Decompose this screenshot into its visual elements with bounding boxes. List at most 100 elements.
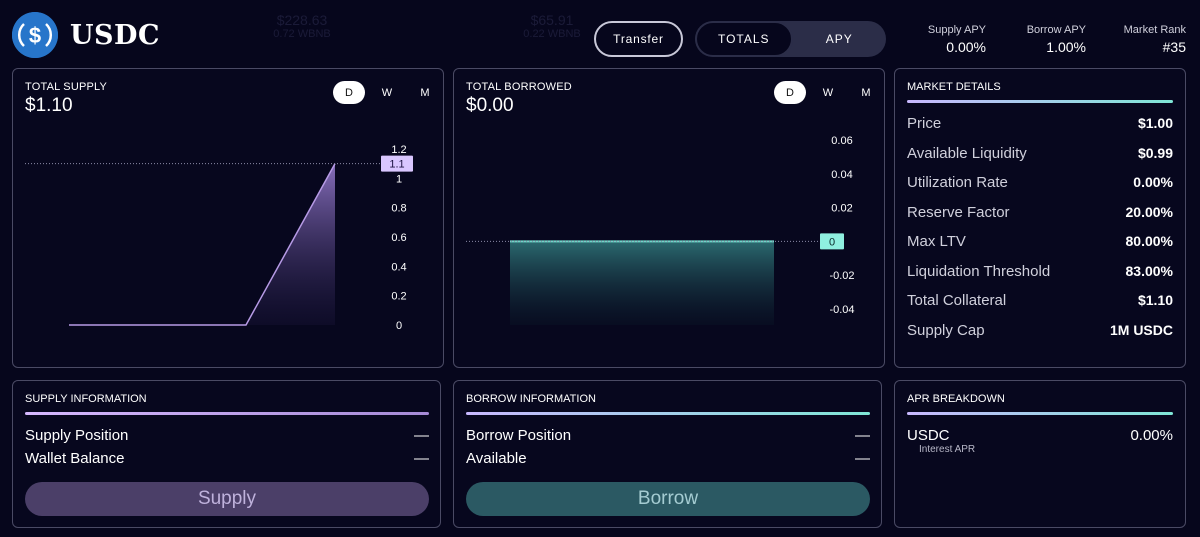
borrow-position-value: — (855, 427, 870, 444)
borrow-area (510, 241, 774, 325)
market-detail-label: Total Collateral (907, 292, 1007, 309)
market-detail-value: 80.00% (1125, 233, 1173, 249)
supply-y-tick: 1 (396, 173, 402, 185)
total-borrowed-chart: 0.06 0.04 0.02 -0.02 -0.04 0 (466, 135, 855, 325)
market-detail-label: Supply Cap (907, 321, 985, 339)
borrow-y-tick: -0.04 (829, 304, 854, 316)
totals-apy-toggle: TOTALS APY (695, 21, 886, 57)
available-value: — (855, 450, 870, 467)
borrow-information-divider (466, 412, 870, 415)
supply-apy-label: Supply APY (927, 24, 986, 36)
borrow-information-title: BORROW INFORMATION (466, 393, 596, 405)
supply-information-title: SUPPLY INFORMATION (25, 393, 147, 405)
total-supply-chart: 1.2 1 0.8 0.6 0.4 0.2 0 1.1 (25, 144, 413, 329)
apr-breakdown-title: APR BREAKDOWN (907, 393, 1005, 405)
total-borrowed-value: $0.00 (466, 95, 514, 116)
supply-button[interactable]: Supply (25, 482, 429, 516)
total-supply-card: TOTAL SUPPLY $1.10 D W M 1.2 1 0.8 0.6 0.4 0.… (12, 68, 444, 368)
market-detail-value: 0.00% (1133, 174, 1173, 190)
borrow-period-selector: D W M (774, 81, 882, 104)
ghost-value-1: $228.63 0.72 WBNB (273, 12, 331, 40)
market-detail-label: Available Liquidity (907, 144, 1027, 162)
transfer-button[interactable]: Transfer (594, 21, 683, 57)
available-label: Available (466, 450, 527, 467)
borrow-position-label: Borrow Position (466, 427, 572, 444)
supply-area (69, 163, 335, 325)
supply-y-tick: 0 (396, 320, 402, 329)
market-detail-row: Max LTV 80.00% (907, 233, 1173, 250)
supply-y-tick: 0.2 (391, 291, 406, 303)
market-details-card: MARKET DETAILS Price $1.00 Available Liqui… (894, 68, 1186, 368)
market-details-divider (907, 100, 1173, 103)
borrow-y-tick: 0.04 (831, 169, 852, 181)
borrow-button[interactable]: Borrow (466, 482, 870, 516)
market-detail-value: 83.00% (1125, 262, 1173, 279)
apr-asset-sub: Interest APR (919, 444, 976, 455)
usdc-logo-icon: $ (12, 12, 58, 58)
market-detail-row: Reserve Factor 20.00% (907, 204, 1173, 221)
market-rank-value: #35 (1162, 39, 1186, 55)
borrow-period-d[interactable]: D (774, 81, 806, 104)
supply-apy-value: 0.00% (946, 39, 986, 55)
borrow-apy-stat: Borrow APY 1.00% (1012, 24, 1086, 55)
market-detail-value: $1.10 (1137, 292, 1173, 308)
available-row: Available — (466, 450, 870, 467)
supply-position-value: — (414, 427, 429, 444)
market-detail-value: 20.00% (1125, 203, 1173, 220)
borrow-apy-label: Borrow APY (1026, 24, 1086, 36)
wallet-balance-row: Wallet Balance — (25, 450, 429, 467)
supply-period-selector: D W M (333, 81, 441, 104)
total-supply-title: TOTAL SUPPLY (25, 81, 108, 93)
apr-value: 0.00% (1130, 427, 1173, 444)
borrow-period-m[interactable]: M (850, 81, 882, 104)
apr-breakdown-divider (907, 412, 1173, 415)
market-detail-value: $0.99 (1137, 144, 1173, 161)
market-detail-label: Liquidation Threshold (907, 262, 1051, 280)
wallet-balance-value: — (414, 450, 429, 467)
borrow-position-row: Borrow Position — (466, 427, 870, 444)
market-detail-row: Total Collateral $1.10 (907, 292, 1173, 309)
market-detail-value: $1.00 (1137, 115, 1173, 131)
total-borrowed-title: TOTAL BORROWED (466, 81, 572, 93)
supply-position-label: Supply Position (25, 427, 129, 444)
market-detail-row: Price $1.00 (907, 115, 1173, 132)
supply-information-card: SUPPLY INFORMATION Supply Position — Wal… (12, 380, 441, 528)
wallet-balance-label: Wallet Balance (25, 450, 125, 467)
total-supply-value: $1.10 (25, 95, 73, 116)
apr-asset-name: USDC (907, 427, 950, 444)
total-borrowed-card: TOTAL BORROWED $0.00 D W M 0.06 0.04 0.02 -… (453, 68, 885, 368)
borrow-information-card: BORROW INFORMATION Borrow Position — Ava… (453, 380, 882, 528)
supply-y-tick: 1.2 (391, 144, 406, 156)
borrow-period-w[interactable]: W (812, 81, 844, 104)
svg-text:$: $ (29, 23, 41, 48)
supply-y-tick: 0.4 (391, 261, 406, 273)
market-detail-label: Reserve Factor (907, 203, 1010, 221)
toggle-apy[interactable]: APY (793, 21, 887, 57)
borrow-y-tick: 0.02 (831, 203, 852, 215)
market-detail-row: Available Liquidity $0.99 (907, 145, 1173, 162)
supply-y-tick: 0.6 (391, 232, 406, 244)
supply-y-tick: 0.8 (391, 203, 406, 215)
market-detail-row: Supply Cap 1M USDC (907, 322, 1173, 339)
supply-period-m[interactable]: M (409, 81, 441, 104)
market-detail-row: Utilization Rate 0.00% (907, 174, 1173, 191)
borrow-current-label: 0 (829, 236, 835, 248)
toggle-totals[interactable]: TOTALS (695, 21, 793, 57)
market-rank-stat: Market Rank #35 (1110, 24, 1186, 55)
borrow-y-tick: 0.06 (831, 135, 852, 147)
supply-period-w[interactable]: W (371, 81, 403, 104)
borrow-y-tick: -0.02 (829, 270, 854, 282)
market-detail-label: Price (907, 115, 942, 132)
ghost-value-2: $65.91 0.22 WBNB (523, 12, 581, 40)
apr-breakdown-card: APR BREAKDOWN USDC Interest APR 0.00% (894, 380, 1186, 528)
borrow-apy-value: 1.00% (1046, 39, 1086, 55)
market-detail-value: 1M USDC (1109, 321, 1173, 338)
supply-period-d[interactable]: D (333, 81, 365, 104)
token-name: USDC (70, 20, 160, 51)
market-detail-label: Max LTV (907, 233, 966, 250)
supply-position-row: Supply Position — (25, 427, 429, 444)
market-rank-label: Market Rank (1123, 24, 1186, 36)
market-details-title: MARKET DETAILS (907, 81, 1001, 93)
market-detail-label: Utilization Rate (907, 174, 1008, 191)
supply-apy-stat: Supply APY 0.00% (918, 24, 986, 55)
